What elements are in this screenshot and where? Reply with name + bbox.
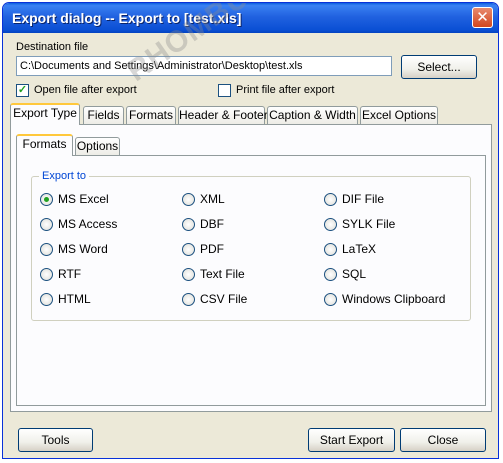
radio-html[interactable] (40, 293, 53, 306)
radio-dif-file[interactable] (324, 193, 337, 206)
radio-csv-file[interactable] (182, 293, 195, 306)
radio-windows-clipboard[interactable] (324, 293, 337, 306)
radio-sylk-file[interactable] (324, 218, 337, 231)
radio-label[interactable]: DBF (200, 217, 224, 231)
radio-label[interactable]: MS Excel (58, 192, 109, 206)
export-to-title: Export to (39, 170, 90, 182)
destination-field[interactable]: C:\Documents and Settings\Administrator\… (16, 56, 392, 76)
tab-header-footer[interactable]: Header & Footer (178, 106, 268, 125)
window-title: Export dialog -- Export to [test.xls] (12, 10, 242, 26)
export-dialog-window: Export dialog -- Export to [test.xls] ✕ … (2, 2, 499, 459)
radio-rtf[interactable] (40, 268, 53, 281)
formats-panel: Export to MS Excel MS Access MS Word RTF… (16, 155, 486, 406)
destination-label: Destination file (16, 41, 89, 53)
radio-label[interactable]: XML (200, 192, 225, 206)
start-export-button[interactable]: Start Export (308, 428, 395, 452)
radio-label[interactable]: PDF (200, 242, 224, 256)
radio-label[interactable]: MS Word (58, 242, 108, 256)
radio-text-file[interactable] (182, 268, 195, 281)
radio-label[interactable]: LaTeX (342, 242, 376, 256)
print-after-label[interactable]: Print file after export (236, 84, 334, 96)
radio-label[interactable]: Text File (200, 267, 245, 281)
subtab-options[interactable]: Options (75, 137, 120, 156)
close-button[interactable]: Close (400, 428, 486, 452)
radio-xml[interactable] (182, 193, 195, 206)
radio-label[interactable]: HTML (58, 292, 91, 306)
tab-excel-options[interactable]: Excel Options (360, 106, 438, 125)
radio-label[interactable]: SQL (342, 267, 366, 281)
tools-button[interactable]: Tools (18, 428, 93, 452)
radio-ms-word[interactable] (40, 243, 53, 256)
radio-label[interactable]: CSV File (200, 292, 247, 306)
radio-sql[interactable] (324, 268, 337, 281)
radio-ms-excel[interactable] (40, 193, 53, 206)
tab-formats[interactable]: Formats (126, 106, 176, 125)
open-after-checkbox[interactable]: ✓ (16, 84, 29, 97)
radio-label[interactable]: MS Access (58, 217, 117, 231)
radio-label[interactable]: RTF (58, 267, 81, 281)
print-after-checkbox[interactable] (218, 84, 231, 97)
export-type-panel: Formats Options Export to MS Excel MS Ac… (10, 124, 492, 412)
tab-caption-width[interactable]: Caption & Width (267, 106, 358, 125)
radio-label[interactable]: DIF File (342, 192, 384, 206)
tab-export-type[interactable]: Export Type (10, 103, 80, 125)
radio-label[interactable]: Windows Clipboard (342, 292, 445, 306)
tab-fields[interactable]: Fields (83, 106, 124, 125)
title-bar[interactable]: Export dialog -- Export to [test.xls] ✕ (3, 3, 498, 33)
radio-dbf[interactable] (182, 218, 195, 231)
radio-pdf[interactable] (182, 243, 195, 256)
open-after-label[interactable]: Open file after export (34, 84, 137, 96)
radio-label[interactable]: SYLK File (342, 217, 395, 231)
select-button[interactable]: Select... (401, 55, 477, 79)
subtab-formats[interactable]: Formats (16, 134, 73, 156)
radio-latex[interactable] (324, 243, 337, 256)
close-icon[interactable]: ✕ (472, 7, 493, 28)
radio-ms-access[interactable] (40, 218, 53, 231)
